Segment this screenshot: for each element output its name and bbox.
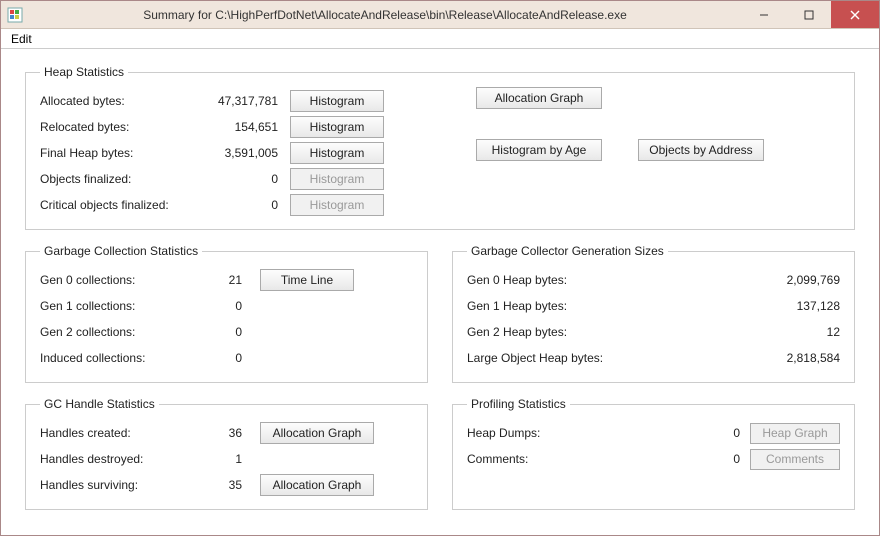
final-heap-bytes-label: Final Heap bytes: — [40, 146, 200, 160]
handles-created-value: 36 — [200, 426, 260, 440]
objects-finalized-label: Objects finalized: — [40, 172, 200, 186]
close-button[interactable] — [831, 1, 879, 28]
allocated-bytes-value: 47,317,781 — [200, 94, 290, 108]
minimize-button[interactable] — [741, 1, 786, 28]
loh-value: 2,818,584 — [750, 351, 840, 365]
induced-collections-value: 0 — [200, 351, 260, 365]
gc-legend: Garbage Collection Statistics — [40, 244, 202, 258]
gen0-collections-value: 21 — [200, 273, 260, 287]
profiling-group: Profiling Statistics Heap Dumps: 0 Heap … — [452, 397, 855, 510]
histogram-final-button[interactable]: Histogram — [290, 142, 384, 164]
loh-label: Large Object Heap bytes: — [467, 351, 750, 365]
handle-legend: GC Handle Statistics — [40, 397, 159, 411]
gen2-heap-label: Gen 2 Heap bytes: — [467, 325, 750, 339]
menubar: Edit — [1, 29, 879, 49]
heap-dumps-value: 0 — [700, 426, 740, 440]
objects-finalized-value: 0 — [200, 172, 290, 186]
gen-sizes-legend: Garbage Collector Generation Sizes — [467, 244, 668, 258]
maximize-button[interactable] — [786, 1, 831, 28]
window-title: Summary for C:\HighPerfDotNet\AllocateAn… — [29, 8, 741, 22]
titlebar: Summary for C:\HighPerfDotNet\AllocateAn… — [1, 1, 879, 29]
handles-surviving-label: Handles surviving: — [40, 478, 200, 492]
gen1-heap-value: 137,128 — [750, 299, 840, 313]
gen1-collections-value: 0 — [200, 299, 260, 313]
heap-dumps-label: Heap Dumps: — [467, 426, 700, 440]
gen1-heap-label: Gen 1 Heap bytes: — [467, 299, 750, 313]
menu-edit[interactable]: Edit — [5, 30, 38, 48]
window-controls — [741, 1, 879, 28]
histogram-critical-button: Histogram — [290, 194, 384, 216]
gen2-heap-value: 12 — [750, 325, 840, 339]
handles-created-alloc-graph-button[interactable]: Allocation Graph — [260, 422, 374, 444]
allocation-graph-button[interactable]: Allocation Graph — [476, 87, 602, 109]
handles-destroyed-label: Handles destroyed: — [40, 452, 200, 466]
comments-label: Comments: — [467, 452, 700, 466]
heap-statistics-group: Heap Statistics Allocation Graph Histogr… — [25, 65, 855, 230]
relocated-bytes-label: Relocated bytes: — [40, 120, 200, 134]
timeline-button[interactable]: Time Line — [260, 269, 354, 291]
histogram-allocated-button[interactable]: Histogram — [290, 90, 384, 112]
critical-finalized-value: 0 — [200, 198, 290, 212]
profiling-legend: Profiling Statistics — [467, 397, 570, 411]
gen0-collections-label: Gen 0 collections: — [40, 273, 200, 287]
gen-sizes-group: Garbage Collector Generation Sizes Gen 0… — [452, 244, 855, 383]
histogram-by-age-button[interactable]: Histogram by Age — [476, 139, 602, 161]
gen1-collections-label: Gen 1 collections: — [40, 299, 200, 313]
allocated-bytes-label: Allocated bytes: — [40, 94, 200, 108]
client-area: Heap Statistics Allocation Graph Histogr… — [1, 49, 879, 535]
handles-surviving-value: 35 — [200, 478, 260, 492]
comments-value: 0 — [700, 452, 740, 466]
handles-surviving-alloc-graph-button[interactable]: Allocation Graph — [260, 474, 374, 496]
app-window: Summary for C:\HighPerfDotNet\AllocateAn… — [0, 0, 880, 536]
handles-destroyed-value: 1 — [200, 452, 260, 466]
objects-by-address-button[interactable]: Objects by Address — [638, 139, 764, 161]
gen2-collections-value: 0 — [200, 325, 260, 339]
heap-legend: Heap Statistics — [40, 65, 128, 79]
histogram-relocated-button[interactable]: Histogram — [290, 116, 384, 138]
gen2-collections-label: Gen 2 collections: — [40, 325, 200, 339]
gc-handle-group: GC Handle Statistics Handles created: 36… — [25, 397, 428, 510]
critical-finalized-label: Critical objects finalized: — [40, 198, 200, 212]
histogram-finalized-button: Histogram — [290, 168, 384, 190]
heap-graph-button: Heap Graph — [750, 423, 840, 444]
relocated-bytes-value: 154,651 — [200, 120, 290, 134]
induced-collections-label: Induced collections: — [40, 351, 200, 365]
handles-created-label: Handles created: — [40, 426, 200, 440]
gc-statistics-group: Garbage Collection Statistics Gen 0 coll… — [25, 244, 428, 383]
app-icon — [7, 7, 23, 23]
final-heap-bytes-value: 3,591,005 — [200, 146, 290, 160]
gen0-heap-value: 2,099,769 — [750, 273, 840, 287]
comments-button: Comments — [750, 449, 840, 470]
gen0-heap-label: Gen 0 Heap bytes: — [467, 273, 750, 287]
